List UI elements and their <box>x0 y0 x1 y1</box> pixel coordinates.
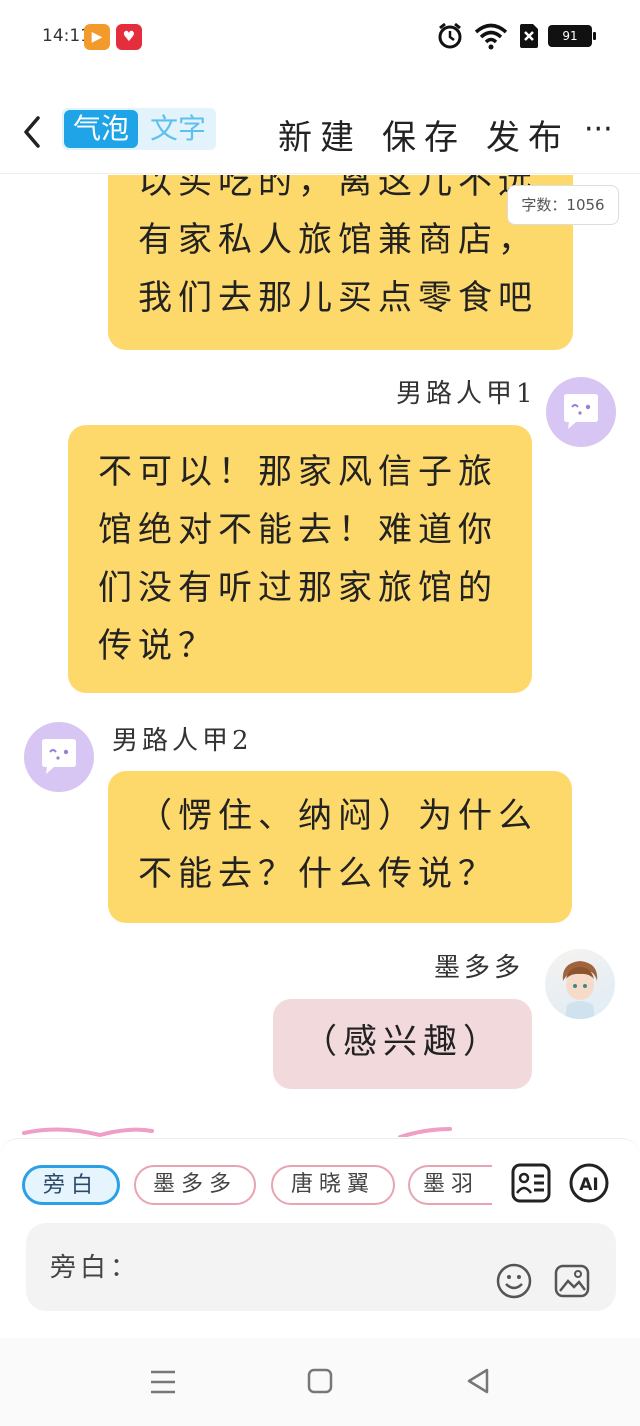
chat-face-icon <box>42 739 76 774</box>
message-line: 馆绝对不能去！难道你 <box>98 510 498 550</box>
input-panel: 旁白 墨多多 唐晓翼 墨羽 AI 旁白： <box>0 1138 640 1338</box>
message-line: 我们去那儿买点零食吧 <box>138 278 538 318</box>
avatar[interactable] <box>24 722 94 792</box>
speaker-name: 男路人甲1 <box>396 379 537 409</box>
more-icon[interactable]: ··· <box>584 112 613 147</box>
message-line: 不能去？什么传说？ <box>138 854 498 894</box>
chat-area[interactable]: 以买吃的，离这儿不远 有家私人旅馆兼商店， 我们去那儿买点零食吧 字数：1056… <box>0 175 640 1137</box>
back-nav-icon[interactable] <box>458 1366 498 1398</box>
message-input-box: 旁白： <box>26 1223 616 1311</box>
role-chip-moduoduo[interactable]: 墨多多 <box>134 1165 256 1205</box>
emoji-icon[interactable] <box>496 1263 532 1299</box>
avatar[interactable] <box>546 377 616 447</box>
battery-indicator: 91 <box>548 25 596 47</box>
speaker-name: 墨多多 <box>434 953 525 983</box>
tab-bubble[interactable]: 气泡 <box>64 110 138 148</box>
save-button[interactable]: 保存 <box>382 110 466 159</box>
message-line: （愣住、纳闷）为什么 <box>138 796 538 836</box>
mode-toggle: 气泡 文字 <box>62 108 216 150</box>
home-icon[interactable] <box>300 1366 340 1398</box>
decorative-squiggle <box>22 1127 452 1137</box>
back-icon[interactable] <box>18 112 48 152</box>
message-line: 有家私人旅馆兼商店， <box>138 220 538 260</box>
character-portrait-icon <box>562 961 598 1019</box>
message-bubble[interactable]: 不可以！那家风信子旅 馆绝对不能去！难道你 们没有听过那家旅馆的 传说？ <box>68 425 532 693</box>
message-bubble[interactable]: （感兴趣） <box>273 999 532 1089</box>
system-nav-bar <box>0 1338 640 1426</box>
character-card-icon[interactable] <box>511 1163 551 1203</box>
word-count-badge: 字数：1056 <box>507 185 619 225</box>
message-line: （感兴趣） <box>303 1022 503 1062</box>
speaker-name: 男路人甲2 <box>112 726 253 756</box>
ai-icon[interactable]: AI <box>569 1163 609 1203</box>
video-app-icon: ▶ <box>84 24 110 50</box>
tab-text[interactable]: 文字 <box>140 108 216 150</box>
message-line: 以买吃的，离这儿不远 <box>138 175 538 202</box>
new-button[interactable]: 新建 <box>278 110 362 159</box>
publish-button[interactable]: 发布 <box>486 110 570 159</box>
heart-app-icon: ♥ <box>116 24 142 50</box>
message-input[interactable] <box>156 1243 486 1289</box>
menu-icon[interactable] <box>143 1366 183 1398</box>
top-bar: 气泡 文字 新建 保存 发布 ··· <box>0 96 640 174</box>
message-bubble[interactable]: 以买吃的，离这儿不远 有家私人旅馆兼商店， 我们去那儿买点零食吧 <box>108 175 573 350</box>
message-line: 们没有听过那家旅馆的 <box>98 568 498 608</box>
image-icon[interactable] <box>554 1263 590 1299</box>
role-chip-tangxiaoyi[interactable]: 唐晓翼 <box>271 1165 395 1205</box>
svg-text:AI: AI <box>579 1175 598 1195</box>
no-sim-icon <box>520 24 538 48</box>
status-bar: 14:11 ▶ ♥ 91 <box>0 0 640 76</box>
message-line: 传说？ <box>98 626 218 666</box>
message-bubble[interactable]: （愣住、纳闷）为什么 不能去？什么传说？ <box>108 771 572 923</box>
wifi-icon <box>474 23 508 50</box>
message-line: 不可以！那家风信子旅 <box>98 452 498 492</box>
chat-face-icon <box>564 394 598 429</box>
role-chip-moyu[interactable]: 墨羽 <box>408 1165 492 1205</box>
input-speaker-prefix: 旁白： <box>50 1253 141 1283</box>
alarm-icon <box>438 22 462 49</box>
avatar[interactable] <box>545 949 615 1019</box>
role-chip-narrator[interactable]: 旁白 <box>22 1165 120 1205</box>
